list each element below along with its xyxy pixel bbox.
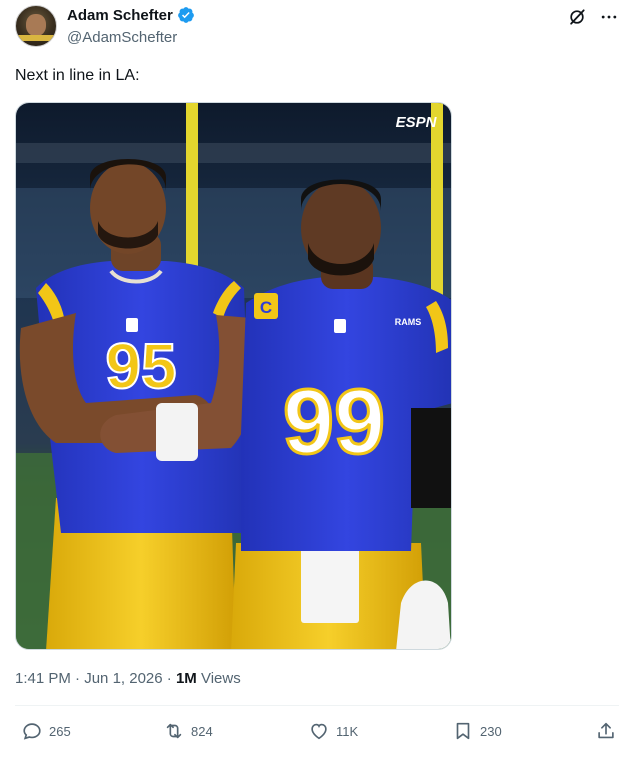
like-icon [311, 723, 327, 740]
share-button[interactable] [595, 720, 617, 742]
tweet-action-bar: 265 824 11K 230 [15, 720, 619, 746]
rams-chest-text: RAMS [395, 317, 422, 327]
tweet-meta: 1:41 PM · Jun 1, 2026 · 1M Views [15, 670, 241, 687]
avatar-face [26, 14, 46, 36]
reply-count: 265 [49, 723, 71, 739]
bookmark-count: 230 [480, 723, 502, 739]
share-icon [598, 722, 614, 739]
views-label: Views [200, 670, 241, 687]
captain-patch: C [260, 298, 272, 317]
author-display-name[interactable]: Adam Schefter [67, 7, 173, 24]
avatar[interactable] [15, 5, 57, 47]
bookmark-button[interactable]: 230 [452, 720, 502, 742]
tweet-card: Adam Schefter @AdamSchefter Next in line… [0, 0, 634, 758]
tweet-time[interactable]: 1:41 PM [15, 670, 71, 687]
reply-button[interactable]: 265 [21, 720, 71, 742]
repost-count: 824 [191, 723, 213, 739]
like-button[interactable]: 11K [308, 720, 358, 742]
avatar-band [16, 35, 56, 41]
tweet-media-image[interactable]: ESPN 95 C RAMS 99 [15, 102, 452, 650]
reply-icon [23, 723, 41, 740]
tweet-top-actions [566, 6, 620, 28]
repost-icon [166, 723, 182, 739]
divider [15, 705, 619, 706]
views-count[interactable]: 1M [176, 670, 197, 687]
like-count: 11K [336, 723, 359, 739]
more-icon[interactable] [598, 6, 620, 28]
meta-separator-2: · [166, 670, 172, 687]
jersey-number-95: 95 [105, 330, 176, 402]
meta-separator: · [75, 670, 81, 687]
grok-icon[interactable] [566, 6, 588, 28]
tweet-date[interactable]: Jun 1, 2026 [84, 670, 162, 687]
author-handle[interactable]: @AdamSchefter [67, 29, 177, 46]
jersey-number-99: 99 [283, 371, 385, 473]
repost-button[interactable]: 824 [163, 720, 213, 742]
tweet-text: Next in line in LA: [15, 67, 140, 84]
author-name-row[interactable]: Adam Schefter [67, 6, 195, 24]
bookmark-icon [456, 722, 470, 740]
verified-badge-icon [177, 6, 195, 24]
goal-post [186, 103, 198, 273]
espn-watermark: ESPN [396, 114, 438, 131]
